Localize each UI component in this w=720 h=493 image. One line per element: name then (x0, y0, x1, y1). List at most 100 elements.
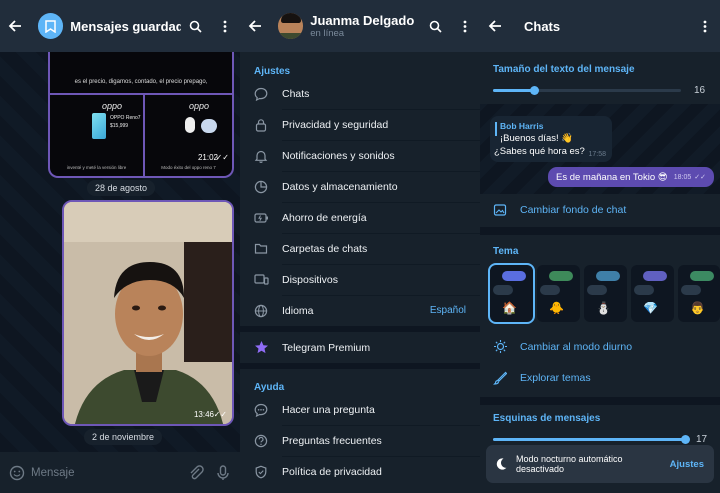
settings-panel: Juanma Delgado en línea Ajustes Chats Pr… (240, 0, 480, 493)
preview-time-out: 18:05 (673, 173, 692, 181)
toast-settings-button[interactable]: Ajustes (670, 459, 704, 470)
slider-fill (493, 438, 685, 441)
help-circle-icon (254, 434, 268, 447)
back-button[interactable] (240, 0, 270, 52)
settings-item-label: Ahorro de energía (282, 211, 367, 224)
theme-accent (596, 271, 620, 281)
message-input[interactable]: Mensaje (31, 467, 188, 479)
chats-title: Chats (524, 18, 561, 34)
text-size-title: Tamaño del texto del mensaje (493, 64, 635, 75)
microphone-icon (217, 464, 229, 480)
lock-icon (255, 118, 267, 132)
attach-button[interactable] (188, 464, 204, 481)
help-item-faq[interactable]: Preguntas frecuentes (240, 425, 480, 456)
preview-line2: ¿Sabes qué hora es? (494, 146, 585, 157)
help-item-label: Política de privacidad (282, 465, 382, 478)
earbuds-case-shape (201, 119, 217, 133)
corners-slider[interactable] (493, 435, 690, 444)
album-product: OPPO Reno7 (110, 115, 141, 121)
album-message[interactable]: es el precio, digamos, contado, el preci… (48, 52, 234, 178)
preview-line1: ¡Buenos días! 👋 (500, 133, 574, 144)
voice-button[interactable] (216, 464, 230, 481)
text-size-value: 16 (694, 85, 706, 96)
globe-icon (254, 304, 268, 317)
album-brand: oppo (102, 101, 123, 111)
paperclip-icon (190, 464, 204, 479)
section-gap (240, 363, 480, 369)
help-item-label: Hacer una pregunta (282, 403, 375, 416)
album-caption-2: inventé y meté la versión libre (66, 165, 127, 170)
back-button[interactable] (0, 0, 30, 52)
user-info: Juanma Delgado en línea (310, 13, 421, 39)
album-image-top[interactable]: es el precio, digamos, contado, el preci… (50, 52, 232, 93)
theme-card-2[interactable]: ⛄ (584, 265, 627, 322)
back-arrow-icon (488, 20, 501, 32)
user-avatar[interactable] (277, 13, 304, 39)
user-name: Juanma Delgado (310, 13, 415, 28)
settings-item-label: Datos y almacenamiento (282, 180, 398, 193)
back-arrow-icon (8, 20, 21, 32)
explore-themes-item[interactable]: Explorar temas (480, 362, 720, 393)
settings-item-language[interactable]: Idioma Español (240, 295, 480, 326)
theme-bubble (493, 285, 513, 295)
theme-card-4[interactable]: 👨 (678, 265, 720, 322)
more-button[interactable] (210, 0, 240, 52)
settings-item-label: Chats (282, 87, 310, 100)
help-item-privacy-policy[interactable]: Política de privacidad (240, 456, 480, 487)
more-vertical-icon (703, 20, 707, 32)
read-check-icon: ✓✓ (215, 153, 229, 162)
more-button[interactable] (450, 0, 480, 52)
saved-avatar[interactable] (37, 13, 64, 39)
settings-item-devices[interactable]: Dispositivos (240, 264, 480, 295)
telegram-premium-item[interactable]: Telegram Premium (240, 332, 480, 363)
wallpaper-icon (493, 203, 507, 216)
day-mode-item[interactable]: Cambiar al modo diurno (480, 331, 720, 362)
settings-item-notifications[interactable]: Notificaciones y sonidos (240, 140, 480, 171)
preview-sender: Bob Harris (500, 121, 544, 131)
settings-item-power[interactable]: Ahorro de energía (240, 202, 480, 233)
theme-card-0[interactable]: 🏠 (488, 263, 535, 324)
change-background-item[interactable]: Cambiar fondo de chat (480, 194, 720, 225)
theme-card-1[interactable]: 🐥 (537, 265, 580, 322)
album-caption: es el precio, digamos, contado, el preci… (74, 79, 208, 85)
date-separator-2: 2 de noviembre (84, 429, 163, 445)
search-button[interactable] (181, 0, 211, 52)
theme-bubble (681, 285, 701, 295)
help-item-ask[interactable]: Hacer una pregunta (240, 394, 480, 425)
slider-knob[interactable] (529, 86, 539, 95)
chats-header: Chats (480, 0, 720, 52)
help-item-label: Preguntas frecuentes (282, 434, 382, 447)
preview-time-in: 17:58 (588, 151, 606, 158)
settings-item-privacy[interactable]: Privacidad y seguridad (240, 109, 480, 140)
theme-card-3[interactable]: 💎 (631, 265, 674, 322)
album-brand-2: oppo (189, 101, 210, 111)
more-button[interactable] (690, 0, 720, 52)
album-image-left[interactable]: oppo OPPO Reno7 $15,999 inventé y meté l… (50, 95, 143, 176)
theme-accent (502, 271, 526, 281)
help-section-title: Ayuda (254, 382, 285, 393)
theme-accent (643, 271, 667, 281)
search-button[interactable] (421, 0, 451, 52)
album-image-right[interactable]: oppo Modo éxito del oppo reno 7 21:02 ✓✓ (145, 95, 232, 176)
text-size-slider[interactable] (493, 86, 681, 95)
incoming-bubble: Bob Harris ¡Buenos días! 👋 ¿Sabes qué ho… (490, 116, 612, 162)
photo-time: 13:46 (193, 410, 214, 419)
question-bubble-icon (254, 403, 268, 417)
pie-chart-icon (254, 180, 268, 193)
slider-knob[interactable] (680, 435, 690, 444)
preview-reply: Es de mañana en Tokio 😎 (556, 171, 668, 183)
premium-label: Telegram Premium (282, 341, 371, 354)
theme-emoji: ⛄ (596, 301, 611, 315)
settings-item-chats[interactable]: Chats (240, 78, 480, 109)
album-price: $15,999 (110, 123, 129, 129)
settings-section-title: Ajustes (254, 66, 291, 77)
section-gap (480, 227, 720, 235)
settings-item-data[interactable]: Datos y almacenamiento (240, 171, 480, 202)
emoji-button[interactable] (9, 465, 25, 481)
settings-item-folders[interactable]: Carpetas de chats (240, 233, 480, 264)
saved-title: Mensajes guardados (70, 18, 181, 34)
photo-message[interactable]: 13:46 ✓✓ (62, 200, 234, 426)
selfie-photo (64, 202, 232, 424)
back-button[interactable] (480, 0, 510, 52)
saved-header: Mensajes guardados (0, 0, 240, 52)
